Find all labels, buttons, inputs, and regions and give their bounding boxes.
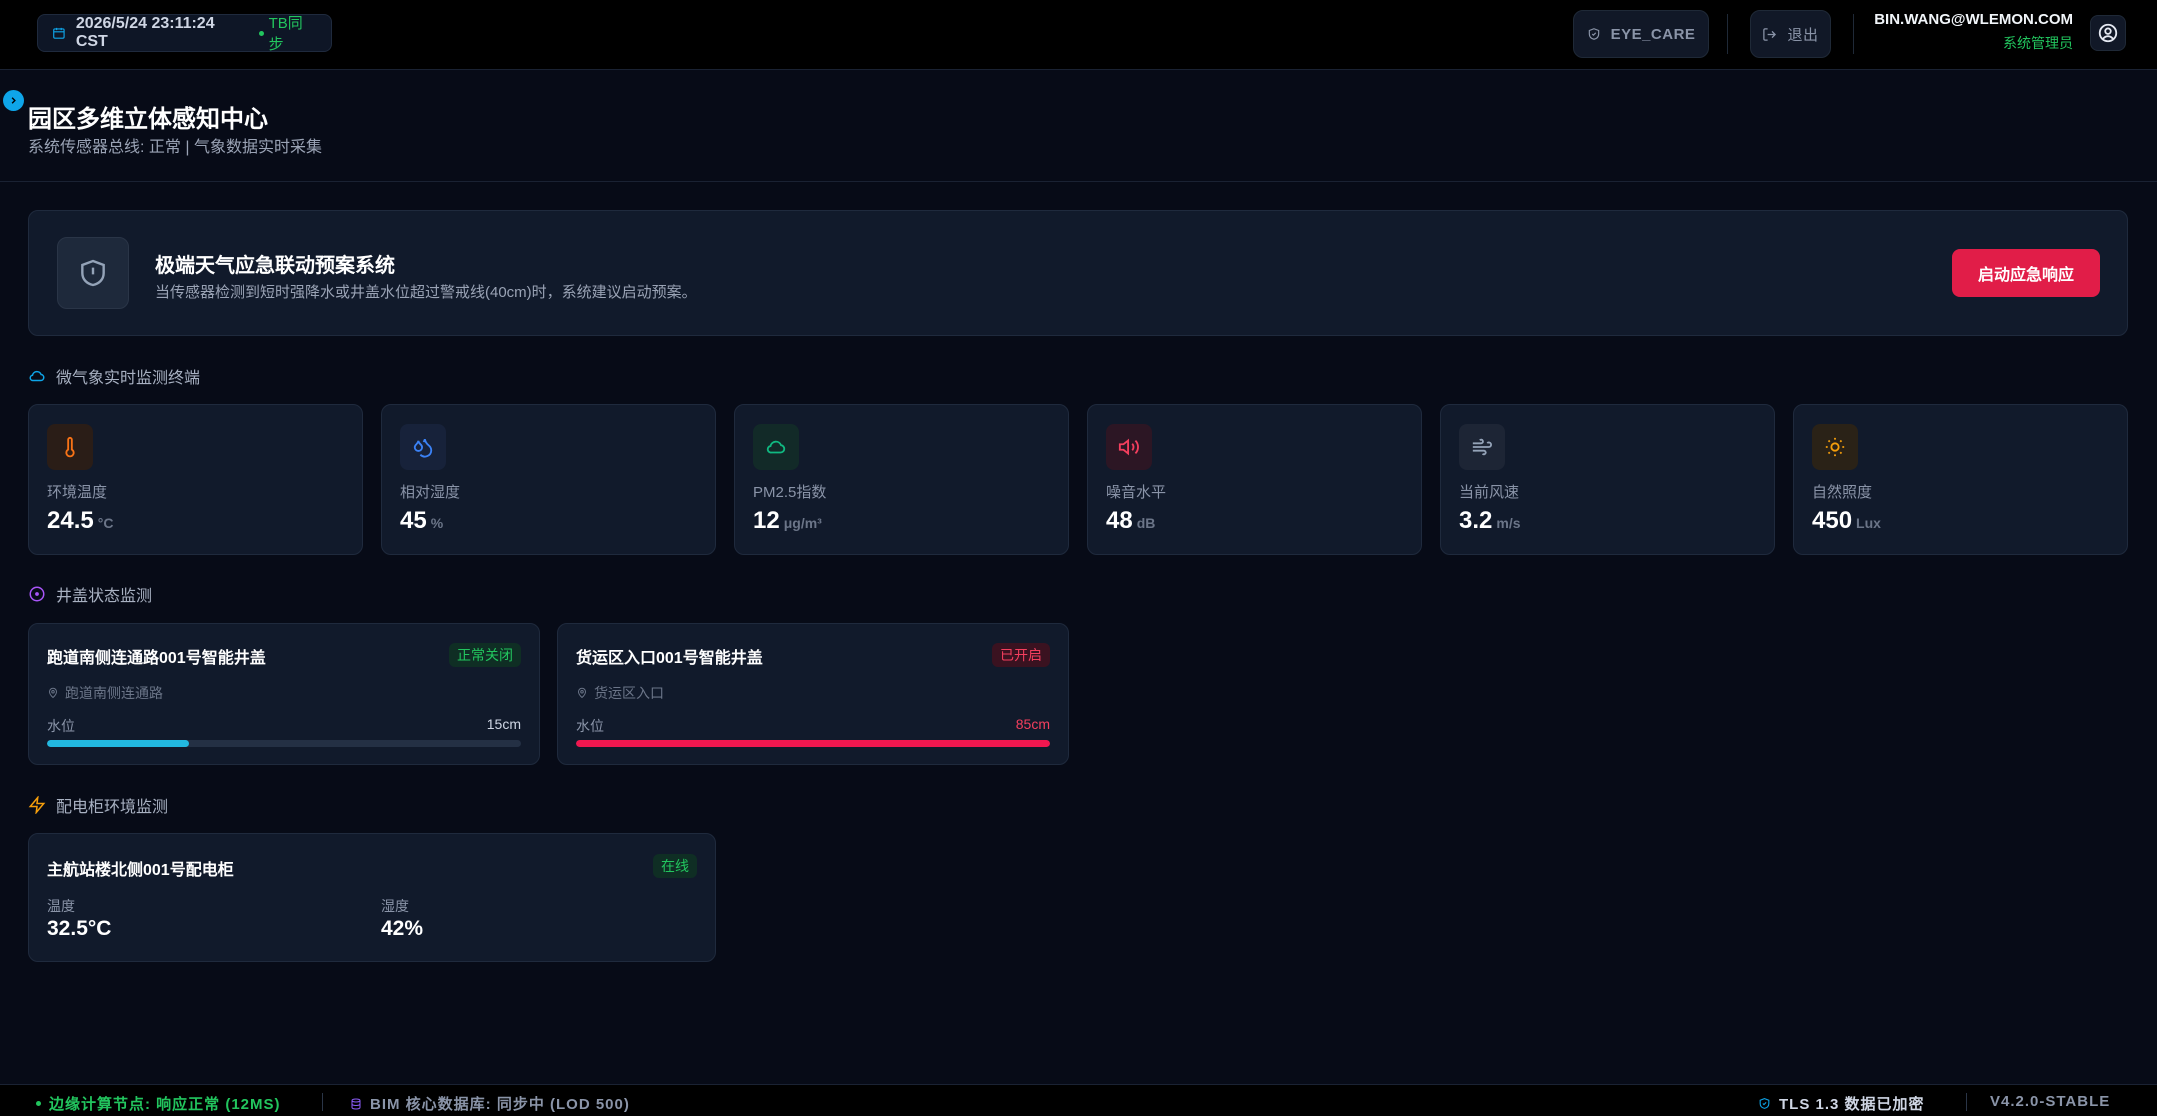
manhole-name: 跑道南侧连通路001号智能井盖	[47, 650, 266, 667]
cloud-icon	[753, 424, 799, 470]
cabinet-humidity-value: 42%	[381, 917, 424, 940]
edge-node-status: 边缘计算节点: 响应正常 (12MS)	[36, 1093, 281, 1114]
metric-card-temperature: 环境温度 24.5 °C	[28, 404, 363, 555]
divider	[1853, 14, 1854, 54]
user-role: 系统管理员	[2003, 35, 2073, 51]
sync-dot-icon	[258, 30, 264, 36]
metric-value: 48 dB	[1106, 507, 1156, 534]
metric-label: 环境温度	[47, 484, 108, 501]
eye-care-button[interactable]: EYE_CARE	[1573, 10, 1709, 58]
divider	[322, 1093, 323, 1111]
logout-label: 退出	[1787, 26, 1819, 44]
divider	[1966, 1093, 1967, 1111]
status-badge: 已开启	[992, 643, 1050, 667]
map-pin-icon	[48, 687, 58, 699]
water-level-bar	[576, 740, 1050, 747]
metric-value: 3.2 m/s	[1459, 507, 1521, 534]
circle-dot-icon	[29, 586, 45, 602]
calendar-icon	[53, 27, 65, 39]
user-email: BIN.WANG@WLEMON.COM	[1874, 11, 2073, 28]
manhole-card[interactable]: 货运区入口001号智能井盖 已开启 货运区入口 水位 85cm	[557, 623, 1069, 765]
bim-db-status: BIM 核心数据库: 同步中 (LOD 500)	[350, 1093, 630, 1114]
metric-card-illuminance: 自然照度 450 Lux	[1793, 404, 2128, 555]
manhole-section-header: 井盖状态监测	[28, 582, 152, 606]
water-level-fill	[47, 740, 190, 747]
manhole-location: 跑道南侧连通路	[47, 683, 163, 703]
shield-check-icon	[1588, 28, 1599, 40]
cabinet-name: 主航站楼北侧001号配电柜	[47, 862, 234, 879]
droplets-icon	[400, 424, 446, 470]
weather-section-header: 微气象实时监测终端	[28, 364, 200, 388]
cabinet-humidity-label: 湿度	[381, 898, 409, 914]
shield-alert-icon	[81, 259, 105, 287]
eye-care-label: EYE_CARE	[1610, 25, 1696, 43]
wind-icon	[1459, 424, 1505, 470]
alert-description: 当传感器检测到短时强降水或井盖水位超过警戒线(40cm)时，系统建议启动预案。	[155, 284, 697, 301]
status-badge: 在线	[653, 854, 697, 878]
emergency-plan-panel: 极端天气应急联动预案系统 当传感器检测到短时强降水或井盖水位超过警戒线(40cm…	[28, 210, 2128, 336]
tls-status: TLS 1.3 数据已加密	[1758, 1093, 1925, 1114]
water-level-bar	[47, 740, 521, 747]
metric-card-wind: 当前风速 3.2 m/s	[1440, 404, 1775, 555]
database-icon	[351, 1098, 361, 1110]
water-level-label: 水位	[47, 718, 75, 734]
metric-card-pm25: PM2.5指数 12 μg/m³	[734, 404, 1069, 555]
user-circle-icon	[2098, 23, 2118, 43]
sync-status: TB同步	[258, 12, 317, 54]
metric-value: 450 Lux	[1812, 507, 1881, 534]
metric-label: 噪音水平	[1106, 484, 1167, 501]
cabinet-section-header: 配电柜环境监测	[28, 793, 168, 817]
manhole-name: 货运区入口001号智能井盖	[576, 650, 763, 667]
datetime-text: 2026/5/24 23:11:24 CST	[75, 15, 215, 50]
start-emergency-button[interactable]: 启动应急响应	[1952, 249, 2100, 297]
thermometer-icon	[47, 424, 93, 470]
status-badge: 正常关闭	[449, 643, 521, 667]
water-level-fill	[576, 740, 1050, 747]
cabinet-temp-value: 32.5°C	[47, 917, 112, 940]
page-title: 园区多维立体感知中心	[28, 106, 268, 133]
cloud-icon	[29, 370, 45, 382]
shield-check-icon	[1759, 1098, 1770, 1109]
page-header: 园区多维立体感知中心 系统传感器总线: 正常 | 气象数据实时采集	[0, 71, 2157, 182]
metric-value: 45%	[400, 507, 444, 534]
manhole-card[interactable]: 跑道南侧连通路001号智能井盖 正常关闭 跑道南侧连通路 水位 15cm	[28, 623, 540, 765]
logout-button[interactable]: 退出	[1750, 10, 1831, 58]
metric-label: 相对湿度	[400, 484, 461, 501]
cabinet-card[interactable]: 主航站楼北侧001号配电柜 在线 温度 32.5°C 湿度 42%	[28, 833, 716, 962]
metric-label: 自然照度	[1812, 484, 1873, 501]
avatar[interactable]	[2090, 15, 2126, 51]
volume-icon	[1106, 424, 1152, 470]
weather-section-title: 微气象实时监测终端	[56, 370, 201, 387]
divider	[1727, 14, 1728, 54]
user-info: BIN.WANG@WLEMON.COM 系统管理员	[1874, 11, 2073, 53]
logout-icon	[1763, 27, 1777, 41]
sun-icon	[1812, 424, 1858, 470]
metric-value: 24.5 °C	[47, 507, 114, 534]
metric-label: 当前风速	[1459, 484, 1520, 501]
cabinet-section-title: 配电柜环境监测	[56, 799, 169, 816]
alert-title: 极端天气应急联动预案系统	[155, 255, 395, 277]
water-level-value: 15cm	[486, 716, 521, 732]
datetime-display: 2026/5/24 23:11:24 CST TB同步	[37, 12, 332, 54]
page-subtitle: 系统传感器总线: 正常 | 气象数据实时采集	[28, 139, 322, 156]
water-level-value: 85cm	[1015, 716, 1050, 732]
alert-icon-box	[57, 237, 129, 309]
sync-label: TB同步	[268, 15, 303, 53]
cabinet-temp-label: 温度	[47, 898, 75, 914]
metric-value: 12 μg/m³	[753, 507, 822, 534]
status-dot-icon	[36, 1101, 41, 1106]
manhole-section-title: 井盖状态监测	[56, 588, 153, 605]
metric-label: PM2.5指数	[753, 484, 827, 501]
metric-card-noise: 噪音水平 48 dB	[1087, 404, 1422, 555]
metric-card-humidity: 相对湿度 45%	[381, 404, 716, 555]
manhole-location: 货运区入口	[576, 683, 664, 703]
water-level-label: 水位	[576, 718, 604, 734]
version-label: V4.2.0-STABLE	[1990, 1093, 2111, 1110]
zap-icon	[28, 796, 46, 814]
top-bar: 2026/5/24 23:11:24 CST TB同步 EYE_CARE 退出 …	[0, 0, 2157, 70]
map-pin-icon	[577, 687, 587, 699]
status-bar: 边缘计算节点: 响应正常 (12MS) BIM 核心数据库: 同步中 (LOD …	[0, 1084, 2157, 1116]
